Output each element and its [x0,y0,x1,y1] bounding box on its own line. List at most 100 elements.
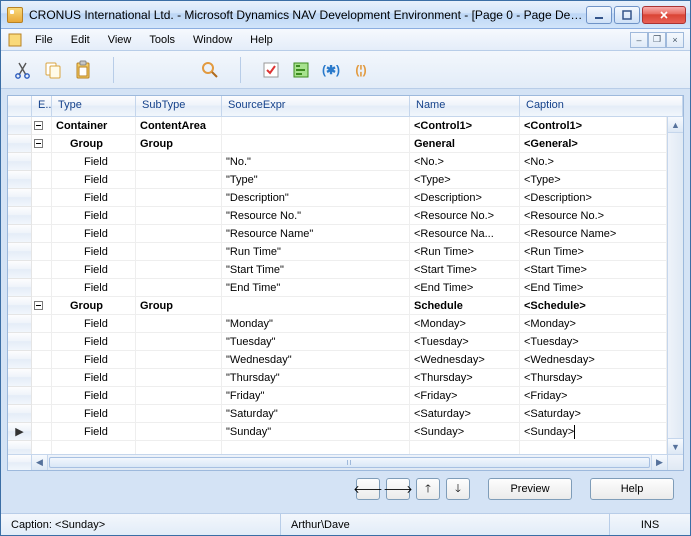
system-menu-icon[interactable] [7,32,23,48]
cell-name[interactable]: <Wednesday> [410,351,520,369]
cell-sourceexpr[interactable] [222,135,410,153]
row-selector[interactable] [8,207,32,225]
cell-name[interactable]: <Type> [410,171,520,189]
cell-name[interactable]: <Thursday> [410,369,520,387]
cell-sourceexpr[interactable]: "Start Time" [222,261,410,279]
cell-type[interactable]: Field [52,189,136,207]
cell-name[interactable]: <Run Time> [410,243,520,261]
cell-sourceexpr[interactable]: "End Time" [222,279,410,297]
cell-subtype[interactable] [136,153,222,171]
cell-name[interactable]: <No.> [410,153,520,171]
cell-subtype[interactable] [136,315,222,333]
menu-edit[interactable]: Edit [63,32,98,48]
cell-sourceexpr[interactable]: "Sunday" [222,423,410,441]
cell-sourceexpr[interactable]: "Resource Name" [222,225,410,243]
cell-subtype[interactable] [136,171,222,189]
cell-type[interactable]: Field [52,153,136,171]
cell-subtype[interactable] [136,369,222,387]
column-type[interactable]: Type [52,96,136,116]
table-row[interactable]: GroupGroup Schedule<Schedule> [8,297,667,315]
titlebar[interactable]: CRONUS International Ltd. - Microsoft Dy… [1,1,690,29]
maximize-button[interactable] [614,6,640,24]
menu-tools[interactable]: Tools [141,32,183,48]
cell-caption[interactable]: <No.> [520,153,667,171]
row-selector[interactable] [8,441,32,454]
move-down-button[interactable]: 🡓 [446,478,470,500]
row-selector[interactable] [8,297,32,315]
cell-caption[interactable]: <Type> [520,171,667,189]
cell-type[interactable]: Group [52,135,136,153]
cell-name[interactable]: <Tuesday> [410,333,520,351]
cell-sourceexpr[interactable]: "Saturday" [222,405,410,423]
scroll-up-icon[interactable]: ▲ [668,117,683,133]
table-row[interactable]: Field"Description"<Description><Descript… [8,189,667,207]
cell-subtype[interactable] [136,261,222,279]
cell-name[interactable]: <End Time> [410,279,520,297]
cell-sourceexpr[interactable]: "Run Time" [222,243,410,261]
cell-sourceexpr[interactable]: "Monday" [222,315,410,333]
cell-subtype[interactable] [136,351,222,369]
cell-caption[interactable]: <Start Time> [520,261,667,279]
cell-type[interactable]: Field [52,225,136,243]
cell-subtype[interactable] [136,333,222,351]
cell-subtype[interactable]: ContentArea [136,117,222,135]
cell-type[interactable]: Field [52,423,136,441]
vertical-scrollbar[interactable]: ▲ ▼ [667,117,683,454]
mdi-close-button[interactable]: × [666,32,684,48]
cell-sourceexpr[interactable]: "Wednesday" [222,351,410,369]
menu-help[interactable]: Help [242,32,281,48]
preview-button[interactable]: Preview [488,478,572,500]
close-button[interactable] [642,6,686,24]
table-row[interactable]: ▶Field"Sunday"<Sunday><Sunday> [8,423,667,441]
table-row[interactable]: Field"Tuesday"<Tuesday><Tuesday> [8,333,667,351]
designer-grid[interactable]: E.. Type SubType SourceExpr Name Caption… [8,96,683,470]
table-row[interactable]: Field"End Time"<End Time><End Time> [8,279,667,297]
row-selector[interactable] [8,243,32,261]
table-row[interactable]: Field"Resource Name"<Resource Na...<Reso… [8,225,667,243]
cell-name[interactable]: <Description> [410,189,520,207]
table-row[interactable]: Field"Friday"<Friday><Friday> [8,387,667,405]
minimize-button[interactable] [586,6,612,24]
collapse-icon[interactable] [34,139,43,148]
table-row[interactable]: Field"Start Time"<Start Time><Start Time… [8,261,667,279]
find-button[interactable] [198,58,222,82]
row-selector[interactable] [8,171,32,189]
cell-type[interactable]: Field [52,333,136,351]
cell-subtype[interactable] [136,423,222,441]
cell-type[interactable]: Group [52,297,136,315]
table-row[interactable]: Field"Saturday"<Saturday><Saturday> [8,405,667,423]
cell-type[interactable]: Field [52,387,136,405]
cell-type[interactable]: Field [52,351,136,369]
table-row[interactable]: Field"Thursday"<Thursday><Thursday> [8,369,667,387]
row-selector[interactable] [8,279,32,297]
cell-sourceexpr[interactable]: "Thursday" [222,369,410,387]
cell-name[interactable]: Schedule [410,297,520,315]
cell-caption[interactable]: <Resource No.> [520,207,667,225]
collapse-icon[interactable] [34,121,43,130]
cell-caption[interactable]: <General> [520,135,667,153]
cell-type[interactable]: Field [52,405,136,423]
cell-subtype[interactable] [136,387,222,405]
row-selector[interactable] [8,387,32,405]
table-row[interactable]: Field"No."<No.><No.> [8,153,667,171]
cell-type[interactable]: Field [52,315,136,333]
cell-name[interactable]: General [410,135,520,153]
scroll-thumb[interactable] [49,457,650,468]
move-up-button[interactable]: 🡑 [416,478,440,500]
cell-subtype[interactable] [136,279,222,297]
column-expander[interactable]: E.. [32,96,52,116]
cell-subtype[interactable]: Group [136,297,222,315]
cell-type[interactable]: Field [52,243,136,261]
cell-type[interactable]: Field [52,171,136,189]
cell-caption[interactable]: <Thursday> [520,369,667,387]
cell-caption[interactable]: <Schedule> [520,297,667,315]
table-row[interactable]: GroupGroupGeneral<General> [8,135,667,153]
cell-subtype[interactable] [136,405,222,423]
row-selector[interactable] [8,117,32,135]
table-row[interactable]: Field"Wednesday"<Wednesday><Wednesday> [8,351,667,369]
table-row[interactable]: Field"Run Time"<Run Time><Run Time> [8,243,667,261]
cell-name[interactable]: <Saturday> [410,405,520,423]
scroll-right-icon[interactable]: ▶ [651,455,667,470]
row-selector[interactable] [8,153,32,171]
table-row[interactable]: Field"Monday"<Monday><Monday> [8,315,667,333]
